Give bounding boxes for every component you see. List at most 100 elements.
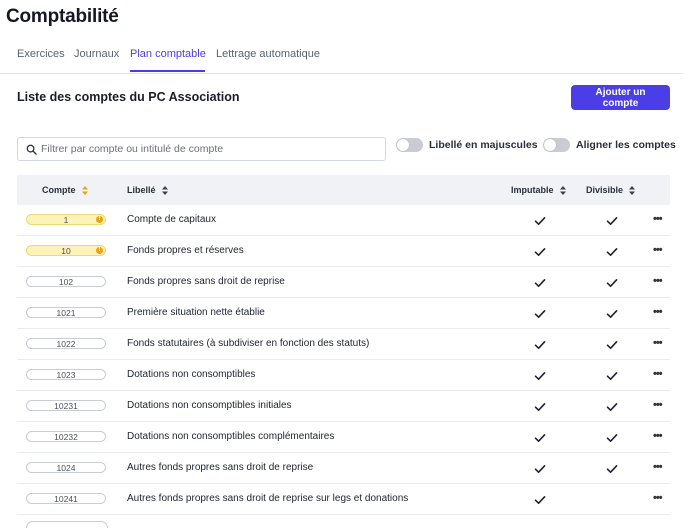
search-icon: [26, 144, 37, 155]
search-box[interactable]: [17, 137, 386, 161]
check-icon: [606, 276, 618, 288]
account-label: Autres fonds propres sans droit de repri…: [127, 493, 409, 504]
account-number: 10232: [54, 431, 78, 442]
account-label: Compte de capitaux: [127, 214, 216, 225]
column-label: Divisible: [586, 185, 624, 195]
table-row[interactable]: 1! Compte de capitaux •••: [17, 205, 670, 236]
table-row[interactable]: 10241 Autres fonds propres sans droit de …: [17, 484, 670, 515]
search-input[interactable]: [41, 143, 371, 155]
more-horizontal-icon[interactable]: •••: [653, 492, 663, 504]
check-icon: [606, 431, 618, 443]
more-horizontal-icon[interactable]: •••: [653, 213, 663, 225]
column-compte[interactable]: Compte: [42, 185, 88, 195]
column-label: Compte: [42, 185, 76, 195]
account-label: Dotations non consomptibles initiales: [127, 400, 292, 411]
check-icon: [534, 307, 546, 319]
check-icon: [534, 369, 546, 381]
account-label: Fonds propres et réserves: [127, 245, 244, 256]
check-icon: [606, 307, 618, 319]
account-number-pill: 10231: [26, 400, 106, 411]
table-row[interactable]: 102 Fonds propres sans droit de reprise ••…: [17, 267, 670, 298]
account-label: Première situation nette établie: [127, 307, 265, 318]
table-row[interactable]: 1022 Fonds statutaires (à subdiviser en f…: [17, 329, 670, 360]
account-label: Fonds propres sans droit de reprise: [127, 276, 285, 287]
account-number-pill: 1023: [26, 369, 106, 380]
column-imputable[interactable]: Imputable: [511, 185, 566, 195]
table-row[interactable]: 10232 Dotations non consomptibles complém…: [17, 422, 670, 453]
check-icon: [606, 214, 618, 226]
check-icon: [606, 462, 618, 474]
account-number: 1023: [56, 369, 76, 380]
check-icon: [534, 245, 546, 257]
account-number: 1022: [56, 338, 76, 349]
check-icon: [534, 338, 546, 350]
account-number: 102: [58, 276, 74, 287]
account-number-pill: 1024: [26, 462, 106, 473]
account-number-pill: 1021: [26, 307, 106, 318]
account-number: 1021: [56, 307, 76, 318]
account-number: 10: [61, 245, 71, 256]
account-label: Autres fonds propres sans droit de repri…: [127, 462, 314, 473]
check-icon: [606, 369, 618, 381]
toggle-label: Libellé en majuscules: [429, 139, 538, 151]
add-account-button[interactable]: Ajouter un compte: [571, 85, 670, 110]
table-row[interactable]: 1023 Dotations non consomptibles •••: [17, 360, 670, 391]
check-icon: [534, 431, 546, 443]
account-number: 1024: [56, 462, 76, 473]
tab-exercices[interactable]: Exercices: [17, 48, 65, 60]
column-divisible[interactable]: Divisible: [586, 185, 636, 195]
account-number-pill: 10241: [26, 493, 106, 504]
table-header: Compte Libellé Imputable Divisible: [17, 175, 670, 205]
toggle-knob: [397, 139, 409, 151]
table-row[interactable]: 1024 Autres fonds propres sans droit de r…: [17, 453, 670, 484]
toggle-knob: [544, 139, 556, 151]
check-icon: [606, 245, 618, 257]
toggle-align-accounts[interactable]: Aligner les comptes: [543, 137, 676, 153]
account-number-pill: 1!: [26, 214, 106, 225]
account-number-pill: 102: [26, 276, 106, 287]
more-horizontal-icon[interactable]: •••: [653, 337, 663, 349]
check-icon: [534, 493, 546, 505]
check-icon: [534, 276, 546, 288]
more-horizontal-icon[interactable]: •••: [653, 306, 663, 318]
column-libelle[interactable]: Libellé: [127, 185, 168, 195]
sort-icon: [559, 185, 566, 195]
tab-bar: Exercices Journaux Plan comptable Lettra…: [0, 46, 683, 74]
warning-icon: !: [96, 216, 103, 223]
account-number-pill: 1022: [26, 338, 106, 349]
toggle-uppercase-labels[interactable]: Libellé en majuscules: [396, 137, 538, 153]
account-number-pill: 10!: [26, 245, 106, 256]
account-number: 10231: [54, 400, 78, 411]
account-label: Fonds statutaires (à subdiviser en fonct…: [127, 338, 370, 349]
more-horizontal-icon[interactable]: •••: [653, 430, 663, 442]
sort-icon: [161, 185, 168, 195]
check-icon: [534, 400, 546, 412]
active-tab-indicator: [130, 70, 205, 72]
check-icon: [606, 400, 618, 412]
page-title: Comptabilité: [6, 6, 119, 27]
more-horizontal-icon[interactable]: •••: [653, 244, 663, 256]
accounts-table-body: 1! Compte de capitaux ••• 10! Fonds propres …: [17, 205, 670, 515]
more-horizontal-icon[interactable]: •••: [653, 399, 663, 411]
toggle-switch[interactable]: [543, 138, 570, 152]
column-label: Libellé: [127, 185, 156, 195]
account-number: 10241: [54, 493, 78, 504]
tab-plan-comptable[interactable]: Plan comptable: [130, 48, 206, 60]
check-icon: [606, 338, 618, 350]
table-row[interactable]: 10! Fonds propres et réserves •••: [17, 236, 670, 267]
account-label: Dotations non consomptibles: [127, 369, 256, 380]
more-horizontal-icon[interactable]: •••: [653, 461, 663, 473]
section-title: Liste des comptes du PC Association: [17, 90, 240, 104]
table-row[interactable]: 10231 Dotations non consomptibles initial…: [17, 391, 670, 422]
more-horizontal-icon[interactable]: •••: [653, 275, 663, 287]
column-label: Imputable: [511, 185, 554, 195]
tab-journaux[interactable]: Journaux: [74, 48, 119, 60]
toggle-switch[interactable]: [396, 138, 423, 152]
warning-icon: !: [96, 247, 103, 254]
sort-icon: [629, 185, 636, 195]
tab-lettrage-automatique[interactable]: Lettrage automatique: [216, 48, 320, 60]
toggle-label: Aligner les comptes: [576, 139, 676, 151]
check-icon: [534, 214, 546, 226]
more-horizontal-icon[interactable]: •••: [653, 368, 663, 380]
table-row[interactable]: 1021 Première situation nette établie •••: [17, 298, 670, 329]
